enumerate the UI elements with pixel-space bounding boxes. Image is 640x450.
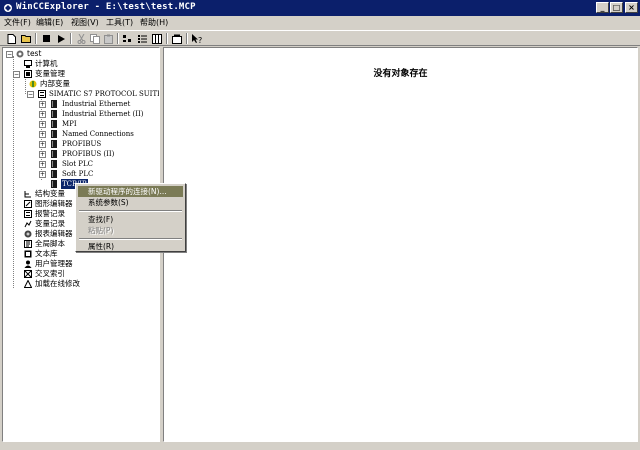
structure-tags-icon bbox=[24, 191, 31, 198]
channel-icon bbox=[51, 110, 57, 118]
menu-file[interactable]: 文件(F) bbox=[4, 17, 31, 28]
toolbar: ? bbox=[0, 30, 640, 46]
context-menu: 新驱动程序的连接(N)... 系统参数(S) 查找(F) 粘贴(P) 属性(R) bbox=[75, 183, 186, 252]
text-library-icon bbox=[24, 250, 32, 258]
expand-icon[interactable]: + bbox=[39, 171, 46, 178]
collapse-icon[interactable]: − bbox=[13, 71, 20, 78]
stop-icon[interactable] bbox=[40, 33, 52, 44]
channel-icon bbox=[51, 150, 57, 158]
status-bar bbox=[0, 443, 640, 450]
graphics-designer-icon bbox=[24, 200, 32, 208]
help-icon[interactable]: ? bbox=[191, 33, 203, 44]
collapse-icon[interactable]: − bbox=[6, 51, 13, 58]
expand-icon[interactable]: + bbox=[39, 111, 46, 118]
details-icon[interactable] bbox=[151, 33, 163, 44]
channel-icon bbox=[51, 100, 57, 108]
context-item-find[interactable]: 查找(F) bbox=[78, 214, 183, 225]
properties-icon[interactable] bbox=[171, 33, 183, 44]
project-icon bbox=[16, 50, 24, 58]
app-icon bbox=[4, 4, 12, 12]
content-pane: 没有对象存在 bbox=[163, 47, 638, 442]
menu-bar: 文件(F) 编辑(E) 视图(V) 工具(T) 帮助(H) bbox=[0, 16, 640, 30]
channel-icon bbox=[51, 180, 57, 188]
global-script-icon bbox=[24, 240, 32, 248]
computer-icon bbox=[24, 60, 32, 68]
expand-icon[interactable]: + bbox=[39, 131, 46, 138]
new-icon[interactable] bbox=[5, 33, 17, 44]
collapse-icon[interactable]: − bbox=[27, 91, 34, 98]
svg-text:?: ? bbox=[198, 36, 202, 44]
channel-icon bbox=[51, 160, 57, 168]
channel-icon bbox=[51, 170, 57, 178]
cut-icon[interactable] bbox=[75, 33, 87, 44]
close-button[interactable]: × bbox=[625, 2, 638, 13]
cross-reference-icon bbox=[24, 270, 32, 278]
expand-icon[interactable]: + bbox=[39, 151, 46, 158]
report-designer-icon bbox=[24, 230, 32, 238]
channel-icon bbox=[51, 140, 57, 148]
user-administrator-icon bbox=[24, 260, 32, 268]
paste-icon[interactable] bbox=[103, 33, 115, 44]
minimize-button[interactable]: _ bbox=[596, 2, 609, 13]
internal-tags-icon bbox=[29, 80, 37, 88]
title-bar[interactable]: WinCCExplorer - E:\test\test.MCP _ □ × bbox=[0, 0, 640, 16]
context-item-system-parameter[interactable]: 系统参数(S) bbox=[78, 197, 183, 208]
expand-icon[interactable]: + bbox=[39, 101, 46, 108]
context-item-paste: 粘贴(P) bbox=[88, 226, 114, 235]
run-icon[interactable] bbox=[55, 33, 67, 44]
maximize-button[interactable]: □ bbox=[610, 2, 623, 13]
open-icon[interactable] bbox=[20, 33, 32, 44]
expand-icon[interactable]: + bbox=[39, 121, 46, 128]
load-online-changes-icon bbox=[24, 280, 32, 288]
copy-icon[interactable] bbox=[89, 33, 101, 44]
tag-management-icon bbox=[24, 70, 32, 78]
channel-icon bbox=[51, 120, 57, 128]
driver-icon bbox=[38, 90, 46, 98]
wincc-explorer-window: WinCCExplorer - E:\test\test.MCP _ □ × 文… bbox=[0, 0, 640, 450]
empty-message: 没有对象存在 bbox=[373, 69, 428, 79]
expand-icon[interactable]: + bbox=[39, 141, 46, 148]
menu-edit[interactable]: 编辑(E) bbox=[36, 17, 63, 28]
menu-view[interactable]: 视图(V) bbox=[71, 17, 99, 28]
alarm-logging-icon bbox=[24, 210, 32, 218]
channel-icon bbox=[51, 130, 57, 138]
tag-logging-icon bbox=[24, 220, 32, 228]
expand-icon[interactable]: + bbox=[39, 161, 46, 168]
window-title: WinCCExplorer - E:\test\test.MCP bbox=[16, 2, 196, 12]
context-item-new-driver-connection[interactable]: 新驱动程序的连接(N)... bbox=[78, 186, 183, 197]
menu-help[interactable]: 帮助(H) bbox=[140, 17, 168, 28]
menu-tools[interactable]: 工具(T) bbox=[106, 17, 133, 28]
context-item-properties[interactable]: 属性(R) bbox=[78, 241, 183, 252]
small-icons-icon[interactable] bbox=[122, 33, 134, 44]
list-icon[interactable] bbox=[137, 33, 149, 44]
